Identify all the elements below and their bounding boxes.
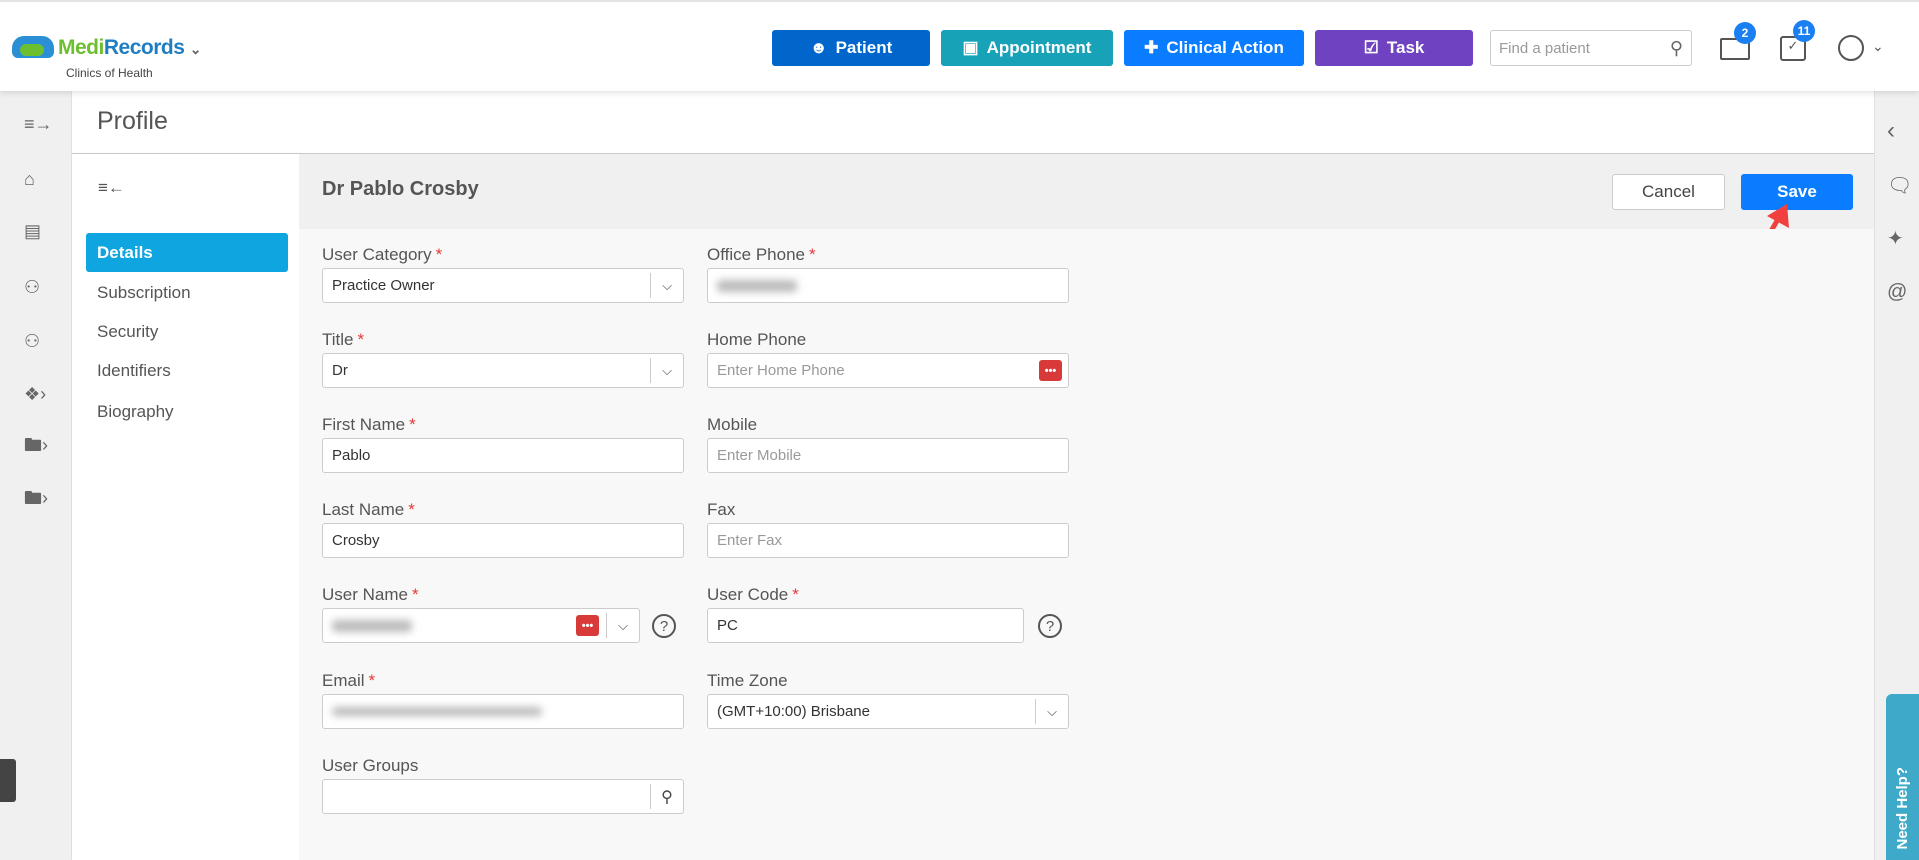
subnav-details[interactable]: Details (86, 233, 288, 272)
user-category-select[interactable]: Practice Owner ⌵ (322, 268, 684, 303)
user-name-input[interactable]: ••• ⌵ (322, 608, 640, 643)
patients-icon[interactable]: ⚇ (24, 276, 50, 298)
subnav-security[interactable]: Security (86, 312, 288, 351)
password-manager-icon[interactable]: ••• (576, 615, 599, 636)
chevron-down-icon[interactable]: ⌄ (190, 41, 202, 57)
top-header: MediRecords ⌄ Clinics of Health ☻ Patient… (0, 0, 1919, 91)
user-groups-label: User Groups (322, 756, 419, 775)
new-appointment-button[interactable]: ▣ Appointment (941, 30, 1113, 66)
collapse-menu-icon[interactable]: ≡← (98, 178, 125, 198)
chevron-down-icon: ⌵ (650, 273, 683, 298)
user-groups-input[interactable]: ⚲ (322, 779, 684, 814)
user-avatar-icon[interactable] (1838, 35, 1864, 61)
calendar-icon[interactable]: ▤ (24, 220, 50, 242)
fax-label: Fax (707, 500, 736, 519)
fax-input[interactable]: Enter Fax (707, 523, 1069, 558)
users-icon[interactable]: ⚇ (24, 330, 50, 352)
office-phone-input[interactable] (707, 268, 1069, 303)
modules-icon[interactable]: ❖› (24, 383, 50, 405)
need-help-label: Need Help? (1894, 767, 1911, 850)
user-code-input[interactable]: PC (707, 608, 1024, 643)
mobile-input[interactable]: Enter Mobile (707, 438, 1069, 473)
search-icon[interactable]: ⚲ (650, 784, 683, 809)
title-label: Title * (322, 330, 365, 349)
page-title-bar: Profile (72, 91, 1874, 154)
time-zone-label: Time Zone (707, 671, 788, 690)
details-form: User Category * Practice Owner ⌵ Title * Dr… (299, 229, 1874, 860)
profile-subnav: ≡← Details Subscription Security Identif… (72, 154, 299, 860)
clipboard-icon: ☑ (1363, 38, 1379, 57)
user-plus-icon: ☻ (809, 38, 828, 57)
mobile-label: Mobile (707, 415, 758, 434)
office-phone-label: Office Phone * (707, 245, 816, 264)
clinic-name: Clinics of Health (66, 66, 153, 80)
last-name-label: Last Name * (322, 500, 415, 519)
home-phone-input[interactable]: Enter Home Phone ••• (707, 353, 1069, 388)
title-select[interactable]: Dr ⌵ (322, 353, 684, 388)
page-title: Profile (97, 107, 168, 135)
chevron-down-icon[interactable]: ⌄ (1872, 38, 1884, 55)
brand-logo[interactable]: MediRecords ⌄ (58, 36, 201, 60)
time-zone-select[interactable]: (GMT+10:00) Brisbane ⌵ (707, 694, 1069, 729)
calendar-plus-icon: ▣ (962, 38, 979, 57)
at-mention-icon[interactable]: @ (1887, 281, 1907, 304)
search-icon: ⚲ (1669, 37, 1683, 58)
first-name-label: First Name * (322, 415, 416, 434)
comment-icon[interactable]: 🗨 (1887, 173, 1912, 198)
first-name-input[interactable]: Pablo (322, 438, 684, 473)
folder-icon[interactable]: 🖿› (24, 435, 50, 459)
password-manager-icon[interactable]: ••• (1039, 360, 1062, 381)
help-icon[interactable]: ? (1038, 614, 1062, 638)
side-widget-tab[interactable] (0, 759, 16, 802)
new-patient-button[interactable]: ☻ Patient (772, 30, 930, 66)
home-icon[interactable]: ⌂ (24, 168, 50, 190)
subnav-subscription[interactable]: Subscription (86, 273, 288, 312)
subnav-biography[interactable]: Biography (86, 392, 288, 431)
chevron-down-icon: ⌵ (1035, 699, 1068, 724)
need-help-tab[interactable]: Need Help? (1886, 694, 1919, 860)
patient-search-input[interactable]: Find a patient ⚲ (1490, 30, 1692, 66)
last-name-input[interactable]: Crosby (322, 523, 684, 558)
pin-icon[interactable]: ✦ (1887, 226, 1904, 251)
folder-plus-icon[interactable]: 🖿› (24, 488, 50, 512)
chevron-down-icon: ⌵ (650, 358, 683, 383)
help-icon[interactable]: ? (652, 614, 676, 638)
user-name-label: User Name * (322, 585, 419, 604)
medirecords-logo-icon (12, 36, 54, 58)
email-input[interactable] (322, 694, 684, 729)
expand-menu-icon[interactable]: ≡→ (24, 113, 53, 135)
clinical-action-button[interactable]: ✚ Clinical Action (1124, 30, 1304, 66)
task-button[interactable]: ☑ Task (1315, 30, 1473, 66)
home-phone-label: Home Phone (707, 330, 807, 349)
calendar-count-badge: 11 (1793, 20, 1815, 42)
chevron-left-icon[interactable]: ‹ (1887, 117, 1895, 145)
email-label: Email * (322, 671, 376, 690)
subnav-identifiers[interactable]: Identifiers (86, 351, 288, 390)
medical-kit-icon: ✚ (1144, 38, 1159, 57)
profile-name: Dr Pablo Crosby (322, 178, 479, 200)
mail-count-badge: 2 (1734, 22, 1756, 44)
user-category-label: User Category * (322, 245, 443, 264)
user-code-label: User Code * (707, 585, 799, 604)
chevron-down-icon[interactable]: ⌵ (606, 613, 639, 638)
cancel-button[interactable]: Cancel (1612, 174, 1725, 210)
left-icon-rail: ≡→ ⌂ ▤ ⚇ ⚇ ❖› 🖿› 🖿› (0, 91, 72, 860)
